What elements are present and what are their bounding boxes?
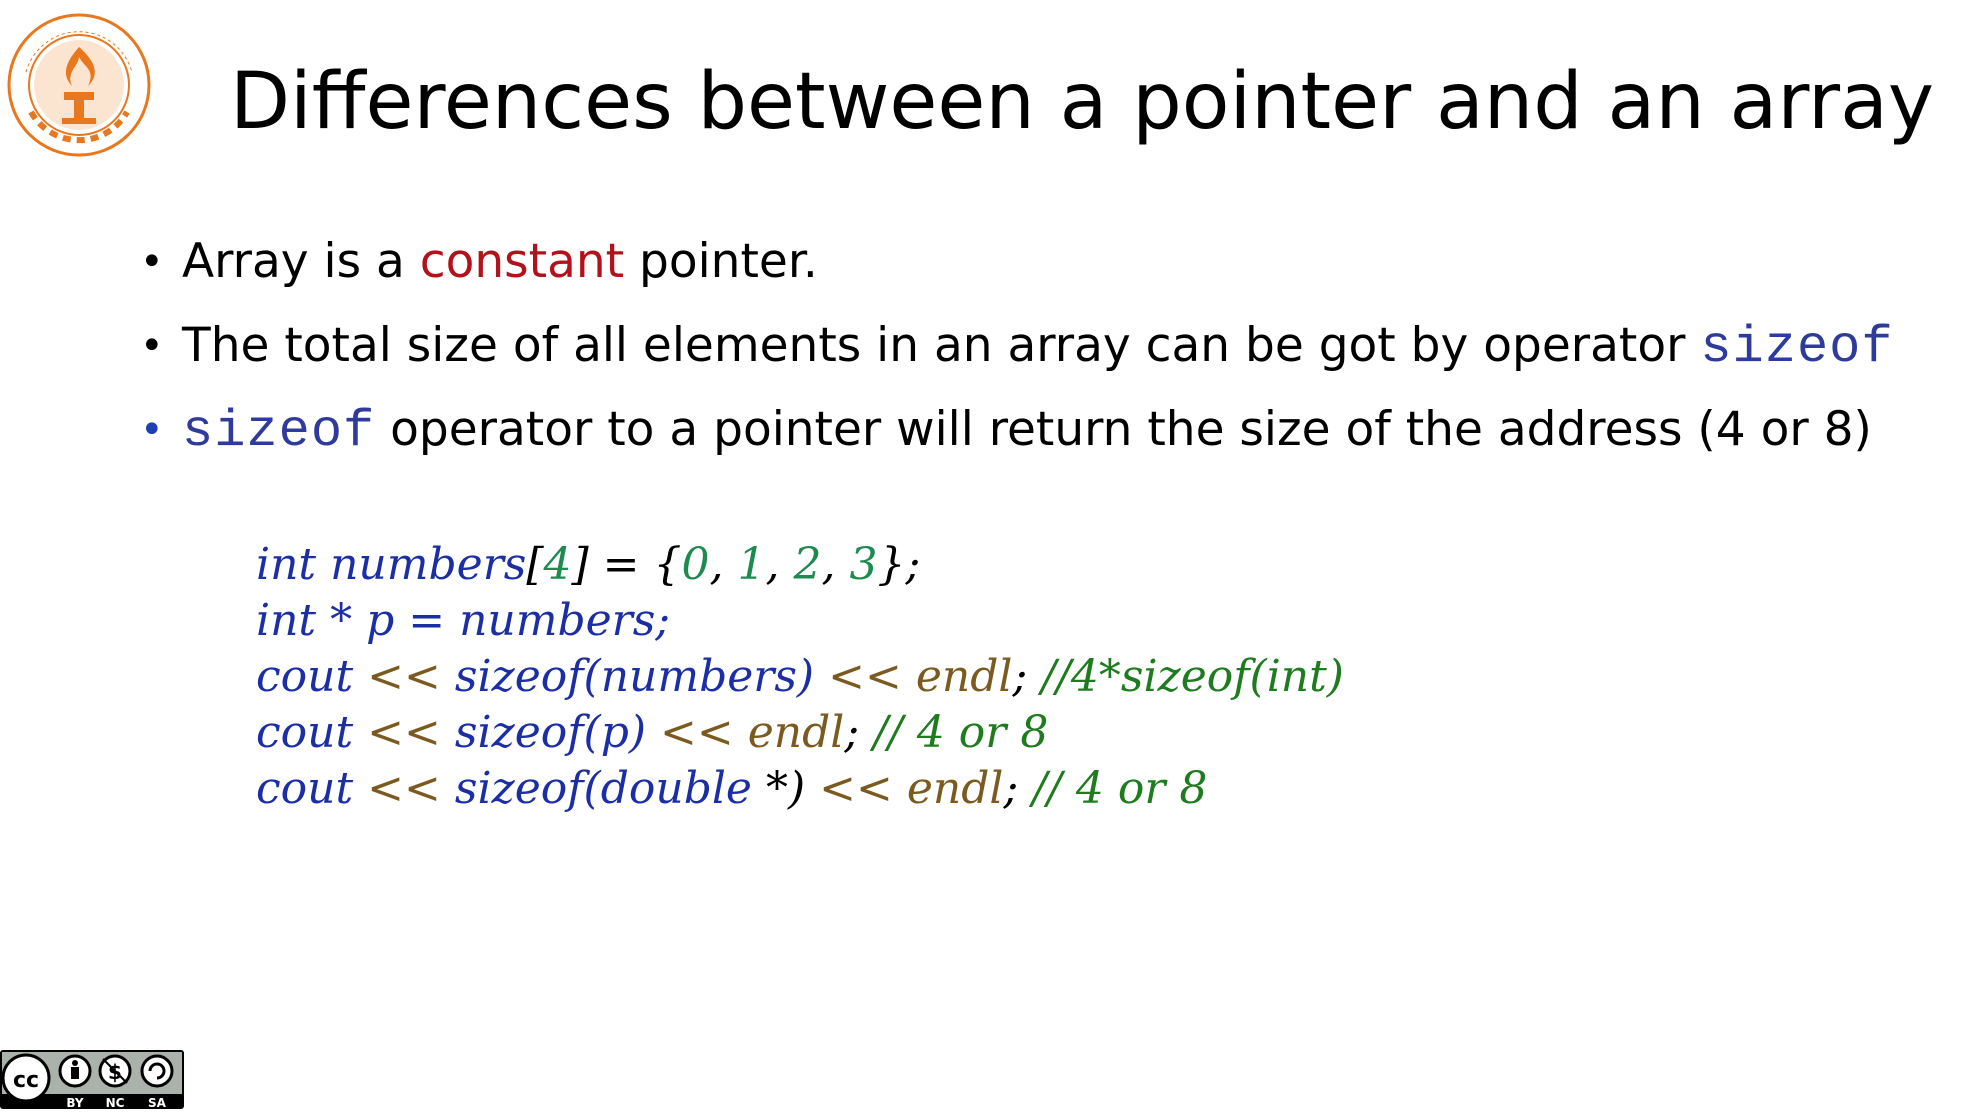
bullet-dot-icon: •: [140, 407, 164, 453]
cc-license-icon: cc $ BY NC SA: [0, 1050, 184, 1110]
code-token: cout: [256, 763, 354, 814]
code-line: cout << sizeof(p) << endl; // 4 or 8: [256, 705, 1344, 761]
code-token: int: [256, 595, 317, 646]
code-token: <<: [646, 707, 748, 758]
code-token: ]: [571, 539, 589, 590]
university-logo: [6, 12, 152, 158]
code-token: sizeof: [454, 763, 584, 814]
code-line: cout << sizeof(numbers) << endl; //4*siz…: [256, 649, 1344, 705]
code-keyword: sizeof: [1700, 318, 1894, 377]
code-token: = {: [588, 539, 682, 590]
code-token: <<: [353, 763, 455, 814]
bullet-item: • The total size of all elements in an ar…: [140, 304, 1960, 388]
code-token: sizeof: [454, 707, 584, 758]
bullet-text: operator to a pointer will return the si…: [375, 402, 1872, 457]
bullet-dot-icon: •: [140, 323, 164, 369]
code-token: 1: [737, 539, 766, 590]
cc-nc-label: NC: [106, 1096, 125, 1109]
code-token: 3: [849, 539, 878, 590]
code-token: ;: [1012, 651, 1042, 702]
code-token: <<: [814, 651, 916, 702]
university-seal-icon: [7, 13, 151, 157]
bullet-text: The total size of all elements in an arr…: [182, 318, 1701, 373]
code-token: cout: [256, 651, 354, 702]
code-line: int * p = numbers;: [256, 593, 1344, 649]
code-token: 2: [793, 539, 822, 590]
code-token: <<: [353, 651, 455, 702]
code-token: * p = numbers;: [316, 595, 671, 646]
code-token: (p): [583, 707, 647, 758]
code-token: ;: [1003, 763, 1033, 814]
cc-by-label: BY: [66, 1096, 83, 1109]
code-token: 4: [543, 539, 572, 590]
code-token: [: [526, 539, 544, 590]
code-line: cout << sizeof(double *) << endl; // 4 o…: [256, 761, 1344, 817]
code-token: sizeof: [454, 651, 584, 702]
code-token: cout: [256, 707, 354, 758]
code-token: ,: [821, 539, 850, 590]
bullet-item: • sizeof operator to a pointer will retur…: [140, 388, 1960, 472]
cc-license-badge: cc $ BY NC SA: [0, 1050, 184, 1110]
code-token: endl: [906, 763, 1004, 814]
code-keyword: sizeof: [182, 402, 376, 461]
code-token: int: [256, 539, 317, 590]
code-token: };: [877, 539, 921, 590]
code-token: endl: [915, 651, 1013, 702]
code-token: endl: [747, 707, 845, 758]
code-token: double: [600, 763, 752, 814]
code-line: int numbers[4] = {0, 1, 2, 3};: [256, 537, 1344, 593]
code-comment: //4*sizeof(int): [1041, 651, 1344, 702]
bullet-text: pointer.: [624, 234, 818, 289]
code-token: 0: [681, 539, 710, 590]
code-token: numbers: [330, 539, 527, 590]
cc-label: cc: [13, 1068, 39, 1093]
code-comment: // 4 or 8: [873, 707, 1049, 758]
code-token: ,: [709, 539, 738, 590]
highlight-text: constant: [419, 234, 625, 289]
code-token: <<: [353, 707, 455, 758]
code-token: ,: [765, 539, 794, 590]
code-block: int numbers[4] = {0, 1, 2, 3}; int * p =…: [256, 537, 1344, 817]
code-token: ;: [844, 707, 874, 758]
code-comment: // 4 or 8: [1032, 763, 1208, 814]
slide-title: Differences between a pointer and an arr…: [230, 57, 1935, 147]
code-token: *): [751, 763, 806, 814]
cc-sa-label: SA: [148, 1096, 167, 1109]
bullet-list: • Array is a constant pointer. • The total…: [140, 220, 1960, 472]
bullet-dot-icon: •: [140, 239, 164, 285]
code-token: (numbers): [583, 651, 815, 702]
code-token: <<: [805, 763, 907, 814]
bullet-text: Array is a: [182, 234, 420, 289]
code-token: (: [583, 763, 601, 814]
bullet-item: • Array is a constant pointer.: [140, 220, 1960, 304]
